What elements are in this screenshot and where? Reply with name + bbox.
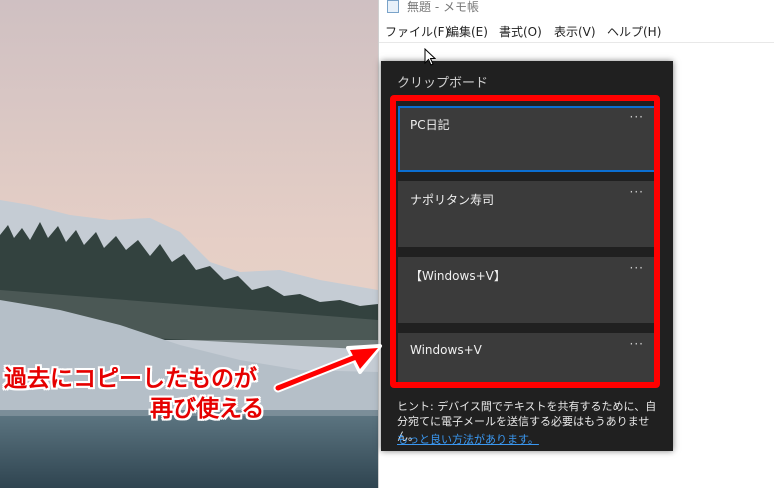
annotation-callout: 過去にコピーしたものが 再び使える [4,364,294,424]
more-options-icon[interactable]: ··· [630,185,644,199]
mouse-cursor-icon [424,48,436,66]
title-bar[interactable]: 無題 - メモ帳 [379,0,774,14]
menu-help[interactable]: ヘルプ(H) [607,23,661,40]
notepad-icon [387,0,399,13]
learn-more-link[interactable]: もっと良い方法があります。 [397,431,539,447]
window-title: 無題 - メモ帳 [407,0,479,14]
annotation-line-1: 過去にコピーしたものが [4,366,257,392]
annotation-line-2: 再び使える [150,396,265,422]
more-options-icon[interactable]: ··· [630,110,644,124]
clipboard-title: クリップボード [397,76,489,91]
more-options-icon[interactable]: ··· [630,261,644,275]
menu-bar: ファイル(F) 編集(E) 書式(O) 表示(V) ヘルプ(H) [379,20,774,43]
clipboard-history-panel: クリップボード PC日記 ··· ナポリタン寿司 ··· 【Windows+V】… [381,61,673,451]
menu-edit[interactable]: 編集(E) [447,23,488,40]
menu-view[interactable]: 表示(V) [554,23,596,40]
menu-file[interactable]: ファイル(F) [385,23,449,40]
clipboard-item[interactable]: 【Windows+V】 ··· [398,257,656,323]
clipboard-item-text: 【Windows+V】 [410,269,506,283]
more-options-icon[interactable]: ··· [630,337,644,351]
clipboard-item-text: PC日記 [410,118,450,132]
clipboard-item[interactable]: PC日記 ··· [398,106,656,172]
clipboard-item-text: Windows+V [410,343,482,357]
clipboard-item[interactable]: Windows+V ··· [398,333,656,385]
menu-format[interactable]: 書式(O) [499,23,542,40]
clipboard-item[interactable]: ナポリタン寿司 ··· [398,181,656,247]
clipboard-item-text: ナポリタン寿司 [410,193,495,207]
